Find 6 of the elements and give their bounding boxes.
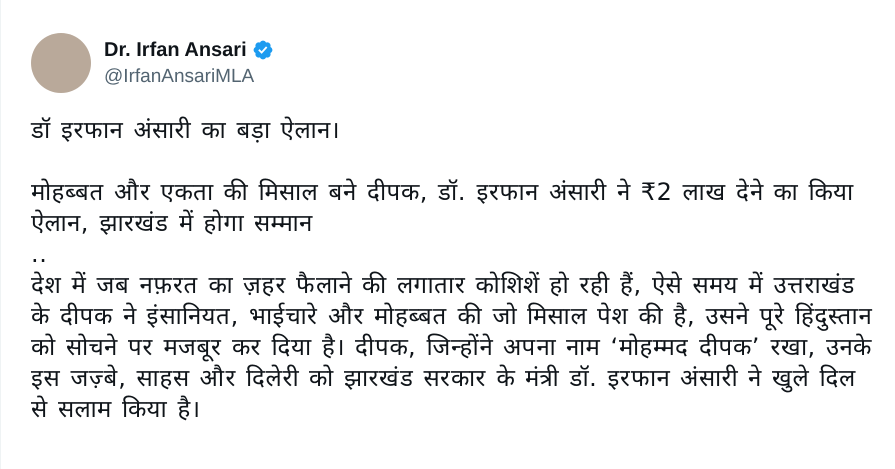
tweet-text: .. bbox=[31, 239, 48, 270]
tweet-text: डॉ इरफान अंसारी का बड़ा ऐलान। bbox=[31, 115, 342, 146]
tweet-text: देश में जब नफ़रत का ज़हर फैलाने की लगातार कोशिशें हो रही हैं, ऐसे समय में उत्तराखंड के दीपक ने इंसानियत, भाईचारे और मोहब्बत की जो मिसाल पेश की है, उसने पूरे हिंदुस्तान को सोचने पर मजबूर कर दिया है। दीपक, जिन्होंने अपना नाम ‘मोहम्मद दीपक’ रखा, उनके इस जज़्बे, साहस और दिलेरी को झारखंड सरकार के मंत्री डॉ. इरफान अंसारी ने खुले दिल से सलाम किया है। bbox=[31, 270, 874, 425]
author-handle[interactable]: @IrfanAnsariMLA bbox=[104, 66, 274, 88]
author-name[interactable]: Dr. Irfan Ansari bbox=[104, 38, 247, 62]
tweet-text: मोहब्बत और एकता की मिसाल बने दीपक, डॉ. इरफान अंसारी ने ₹2 लाख देने का किया ऐलान, झारखंड में होगा सम्मान bbox=[31, 177, 855, 239]
